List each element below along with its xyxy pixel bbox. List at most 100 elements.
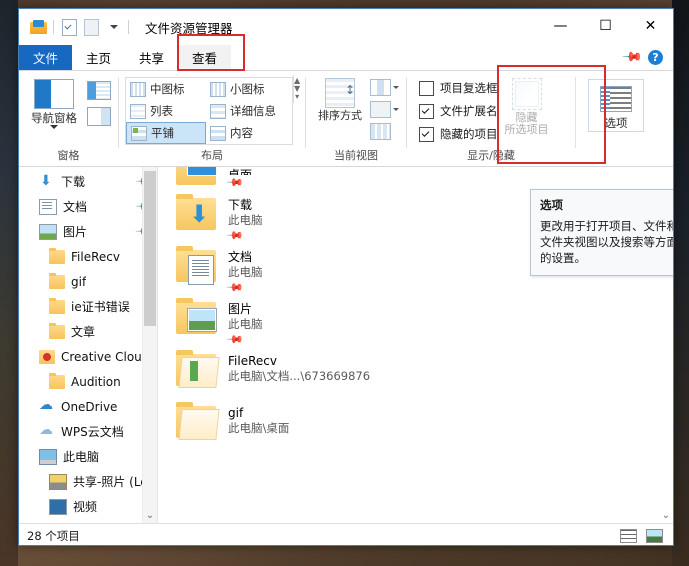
list-item[interactable]: 桌面 📌 — [158, 167, 673, 189]
navigation-pane-scrollbar[interactable]: ⌄ — [142, 167, 157, 523]
ribbon-view-tab: 导航窗格 窗格 中图标 小图标 列表 详细信息 平铺 内容 ▲ ▼ ▾ 布局 ↕… — [19, 71, 673, 167]
list-item[interactable]: 图片 此电脑 📌 — [158, 293, 673, 349]
onedrive-icon — [39, 397, 55, 414]
hide-selected-items-button[interactable]: 隐藏 所选项目 — [498, 75, 556, 136]
sidebar-item-onedrive[interactable]: OneDrive — [19, 394, 157, 419]
list-item-sub: 此电脑 — [228, 265, 263, 279]
tab-file[interactable]: 文件 — [19, 45, 73, 70]
pin-icon: 📌 — [225, 226, 245, 246]
minimize-button[interactable]: — — [538, 9, 583, 43]
sidebar-item-shared-photos[interactable]: 共享-照片 (Lee77 — [19, 469, 157, 494]
sidebar-item-label: Audition — [71, 374, 121, 389]
layout-item-content[interactable]: 内容 — [206, 122, 292, 144]
sort-by-button[interactable]: 排序方式 — [312, 75, 368, 122]
checkbox-checked-icon — [419, 103, 434, 119]
tiles-icon — [131, 125, 147, 141]
sidebar-item-gif[interactable]: gif — [19, 269, 157, 294]
fit-columns-button[interactable] — [370, 123, 399, 140]
layout-item-tiles[interactable]: 平铺 — [126, 122, 206, 144]
navigation-pane-button[interactable]: 导航窗格 — [25, 75, 83, 129]
tab-home[interactable]: 主页 — [72, 45, 125, 70]
downloads-folder-icon: ⬇ — [176, 194, 218, 235]
size-columns-button[interactable] — [370, 101, 399, 118]
checkbox-file-extensions[interactable]: 文件扩展名 — [419, 103, 498, 119]
folder-icon — [49, 372, 65, 389]
add-columns-icon — [370, 79, 391, 96]
sidebar-item-pictures[interactable]: 图片 📌 — [19, 219, 157, 244]
documents-folder-icon — [176, 246, 218, 287]
pin-ribbon-icon[interactable]: 📌 — [621, 46, 643, 68]
status-view-buttons — [617, 527, 673, 546]
checkbox-checked-icon — [419, 126, 434, 142]
sidebar-item-ie-cert-error[interactable]: ie证书错误 — [19, 294, 157, 319]
folder-icon[interactable] — [27, 16, 49, 38]
layout-label: 平铺 — [151, 126, 174, 140]
fit-columns-icon — [370, 123, 391, 140]
sidebar-item-wps-cloud[interactable]: WPS云文档 — [19, 419, 157, 444]
list-item[interactable]: gif 此电脑\桌面 — [158, 397, 673, 449]
sidebar-item-label: 文档 — [63, 200, 88, 214]
checkbox-hidden-items[interactable]: 隐藏的项目 — [419, 126, 498, 142]
chevron-down-icon — [393, 108, 399, 111]
list-item-name: 桌面 — [228, 168, 253, 175]
ribbon-group-current-view: 排序方式 — [306, 71, 406, 166]
layout-item-list[interactable]: 列表 — [126, 100, 206, 122]
preview-pane-button[interactable] — [87, 81, 111, 100]
sidebar-item-this-pc[interactable]: 此电脑 — [19, 444, 157, 469]
checkbox-unchecked-icon — [419, 80, 434, 96]
options-icon — [600, 86, 632, 112]
sidebar-item-audition[interactable]: Audition — [19, 369, 157, 394]
options-button[interactable]: 选项 — [588, 79, 644, 132]
sort-by-label: 排序方式 — [318, 109, 362, 122]
navigation-pane-label: 导航窗格 — [31, 111, 77, 125]
scrollbar-thumb[interactable] — [144, 171, 156, 326]
layout-item-small-icons[interactable]: 小图标 — [206, 78, 292, 100]
pin-icon: 📌 — [225, 278, 245, 298]
layout-item-medium-icons[interactable]: 中图标 — [126, 78, 206, 100]
checkbox-item-checkboxes[interactable]: 项目复选框 — [419, 80, 498, 96]
sidebar-item-label: 下载 — [61, 175, 86, 189]
checkbox-label: 文件扩展名 — [440, 104, 498, 118]
sidebar-item-filerecv[interactable]: FileRecv — [19, 244, 157, 269]
qat-divider — [53, 20, 54, 34]
scroll-down-icon[interactable]: ⌄ — [143, 510, 157, 521]
tab-view[interactable]: 查看 — [178, 45, 232, 70]
list-item[interactable]: FileRecv 此电脑\文档...\673669876 — [158, 345, 673, 397]
details-view-button[interactable] — [617, 527, 639, 546]
layout-gallery-scrollbar[interactable]: ▲ ▼ ▾ — [293, 75, 300, 103]
sidebar-item-documents[interactable]: 文档 📌 — [19, 194, 157, 219]
details-pane-button[interactable] — [87, 107, 111, 126]
help-icon[interactable]: ? — [648, 50, 663, 65]
folder-icon — [49, 322, 65, 339]
pin-icon: 📌 — [225, 330, 245, 350]
close-button[interactable]: ✕ — [628, 9, 673, 43]
scroll-down-icon[interactable]: ⌄ — [659, 510, 673, 521]
gallery-more-icon[interactable]: ▾ — [295, 93, 299, 101]
sidebar-item-articles[interactable]: 文章 — [19, 319, 157, 344]
layout-item-details[interactable]: 详细信息 — [206, 100, 292, 122]
sidebar-item-videos[interactable]: 视频 — [19, 494, 157, 519]
sidebar-item-downloads[interactable]: 下载 📌 — [19, 169, 157, 194]
creative-cloud-icon — [39, 349, 55, 364]
document-icon — [39, 198, 57, 215]
ribbon-group-label-current-view: 当前视图 — [334, 149, 378, 162]
chevron-down-icon — [393, 86, 399, 89]
network-drive-icon — [49, 473, 67, 490]
sidebar-item-creative-cloud-files[interactable]: Creative Cloud Fil — [19, 344, 157, 369]
options-label: 选项 — [604, 116, 628, 130]
hide-selected-label-2: 所选项目 — [504, 123, 549, 136]
wallpaper-left-strip — [0, 0, 18, 566]
list-item-sub: 📌 — [226, 173, 252, 189]
tab-share[interactable]: 共享 — [125, 45, 178, 70]
pictures-folder-icon — [176, 298, 218, 339]
add-columns-button[interactable] — [370, 79, 399, 96]
new-folder-icon[interactable] — [80, 16, 102, 38]
picture-icon — [39, 223, 57, 240]
chevron-down-icon[interactable] — [102, 16, 124, 38]
properties-checkbox-icon[interactable] — [58, 16, 80, 38]
large-icons-view-button[interactable] — [643, 527, 665, 546]
window-title: 文件资源管理器 — [145, 20, 233, 36]
folder-icon — [176, 402, 220, 443]
size-columns-icon — [370, 101, 391, 118]
maximize-button[interactable]: ☐ — [583, 9, 628, 43]
